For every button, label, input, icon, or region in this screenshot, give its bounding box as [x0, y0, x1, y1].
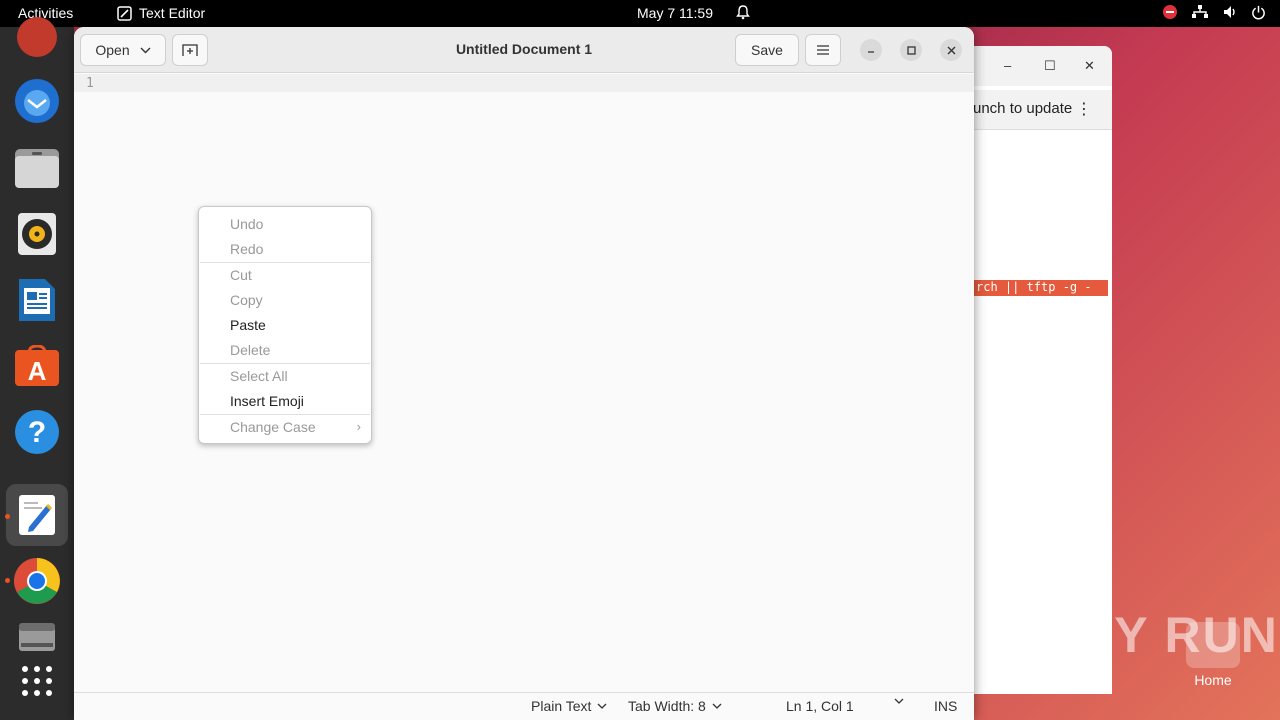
main-menu-button[interactable]	[805, 34, 841, 66]
app-name: Text Editor	[139, 5, 206, 21]
menu-item-cut[interactable]: Cut	[230, 267, 252, 283]
top-bar: Activities Text Editor May 7 11:59	[0, 0, 1280, 27]
running-indicator	[5, 578, 10, 583]
text-editor-icon	[117, 5, 132, 21]
status-bar: Plain Text Tab Width: 8 Ln 1, Col 1 INS	[74, 692, 974, 720]
tab-width-label: Tab Width: 8	[628, 698, 706, 714]
thunderbird-icon[interactable]	[13, 77, 61, 125]
context-menu: Undo Redo Cut Copy Paste Delete Select A…	[198, 206, 372, 444]
chevron-down-icon	[597, 703, 607, 709]
menu-item-delete[interactable]: Delete	[230, 342, 270, 358]
current-line-highlight	[74, 74, 974, 92]
maximize-icon	[906, 45, 916, 55]
language-selector[interactable]: Plain Text	[531, 698, 607, 714]
menu-separator	[200, 414, 370, 415]
app-center-icon[interactable]: A	[13, 342, 61, 390]
menu-item-insert-emoji[interactable]: Insert Emoji	[230, 393, 304, 409]
help-icon[interactable]: ?	[13, 408, 61, 456]
chevron-down-icon	[712, 703, 722, 709]
chevron-down-icon	[894, 698, 904, 704]
menu-separator	[200, 262, 370, 263]
running-indicator	[5, 514, 10, 519]
terminal-highlight-text: rch || tftp -g -	[972, 280, 1108, 296]
minimize-icon[interactable]: –	[1004, 58, 1011, 73]
svg-text:?: ?	[28, 416, 46, 449]
minimize-button[interactable]	[860, 39, 882, 61]
app-menu[interactable]: Text Editor	[117, 5, 205, 21]
more-options-icon[interactable]: ⋮	[1076, 99, 1092, 119]
save-button[interactable]: Save	[735, 34, 799, 66]
cursor-position-label: Ln 1, Col 1	[786, 698, 854, 714]
menu-item-select-all[interactable]: Select All	[230, 368, 288, 384]
minimize-icon	[868, 51, 874, 53]
background-window-header: – ☐ ✕	[960, 46, 1112, 86]
line-number: 1	[86, 76, 94, 91]
update-text: unch to update	[973, 100, 1073, 117]
close-button[interactable]	[940, 39, 962, 61]
clock[interactable]: May 7 11:59	[637, 5, 713, 21]
maximize-button[interactable]	[900, 39, 922, 61]
power-icon	[1252, 5, 1265, 19]
system-tray[interactable]	[1162, 4, 1266, 20]
home-folder-icon	[1186, 622, 1240, 668]
files-icon[interactable]	[13, 144, 61, 192]
menu-item-copy[interactable]: Copy	[230, 292, 263, 308]
app-grid-icon[interactable]	[13, 657, 61, 705]
dock: A ?	[0, 17, 74, 720]
language-label: Plain Text	[531, 698, 592, 714]
menu-item-paste[interactable]: Paste	[230, 317, 266, 333]
background-window[interactable]: – ☐ ✕ unch to update ⋮ rch || tftp -g -	[960, 46, 1112, 694]
maximize-icon[interactable]: ☐	[1044, 58, 1056, 74]
menu-item-redo[interactable]: Redo	[230, 241, 263, 257]
menu-item-change-case[interactable]: Change Case	[230, 419, 316, 435]
ubuntu-icon[interactable]	[13, 13, 61, 61]
notification-bell-icon	[735, 4, 751, 23]
writer-icon[interactable]	[13, 276, 61, 324]
storage-icon[interactable]	[13, 614, 61, 662]
hamburger-menu-icon	[817, 45, 829, 55]
cursor-position[interactable]: Ln 1, Col 1	[786, 698, 854, 714]
network-icon	[1192, 5, 1208, 18]
do-not-disturb-icon	[1163, 5, 1177, 19]
svg-text:A: A	[28, 356, 47, 386]
chrome-icon[interactable]	[13, 557, 61, 605]
close-icon	[947, 46, 955, 54]
insert-mode-indicator: INS	[934, 698, 958, 714]
chevron-right-icon: ›	[356, 419, 361, 434]
menu-separator	[200, 363, 370, 364]
home-label: Home	[1194, 672, 1232, 688]
menu-item-undo[interactable]: Undo	[230, 216, 263, 232]
save-label: Save	[751, 42, 783, 58]
text-editor-icon[interactable]	[6, 484, 68, 546]
header-bar: Open Untitled Document 1 Save	[74, 27, 974, 73]
update-bar: unch to update ⋮	[960, 90, 1112, 130]
tab-width-selector[interactable]: Tab Width: 8	[628, 698, 722, 714]
volume-icon	[1224, 6, 1235, 18]
close-icon[interactable]: ✕	[1084, 58, 1095, 74]
rhythmbox-icon[interactable]	[13, 210, 61, 258]
watermark: ANY RUN	[1038, 607, 1279, 663]
position-menu-button[interactable]	[894, 698, 904, 704]
home-folder[interactable]: Home	[1186, 622, 1240, 688]
